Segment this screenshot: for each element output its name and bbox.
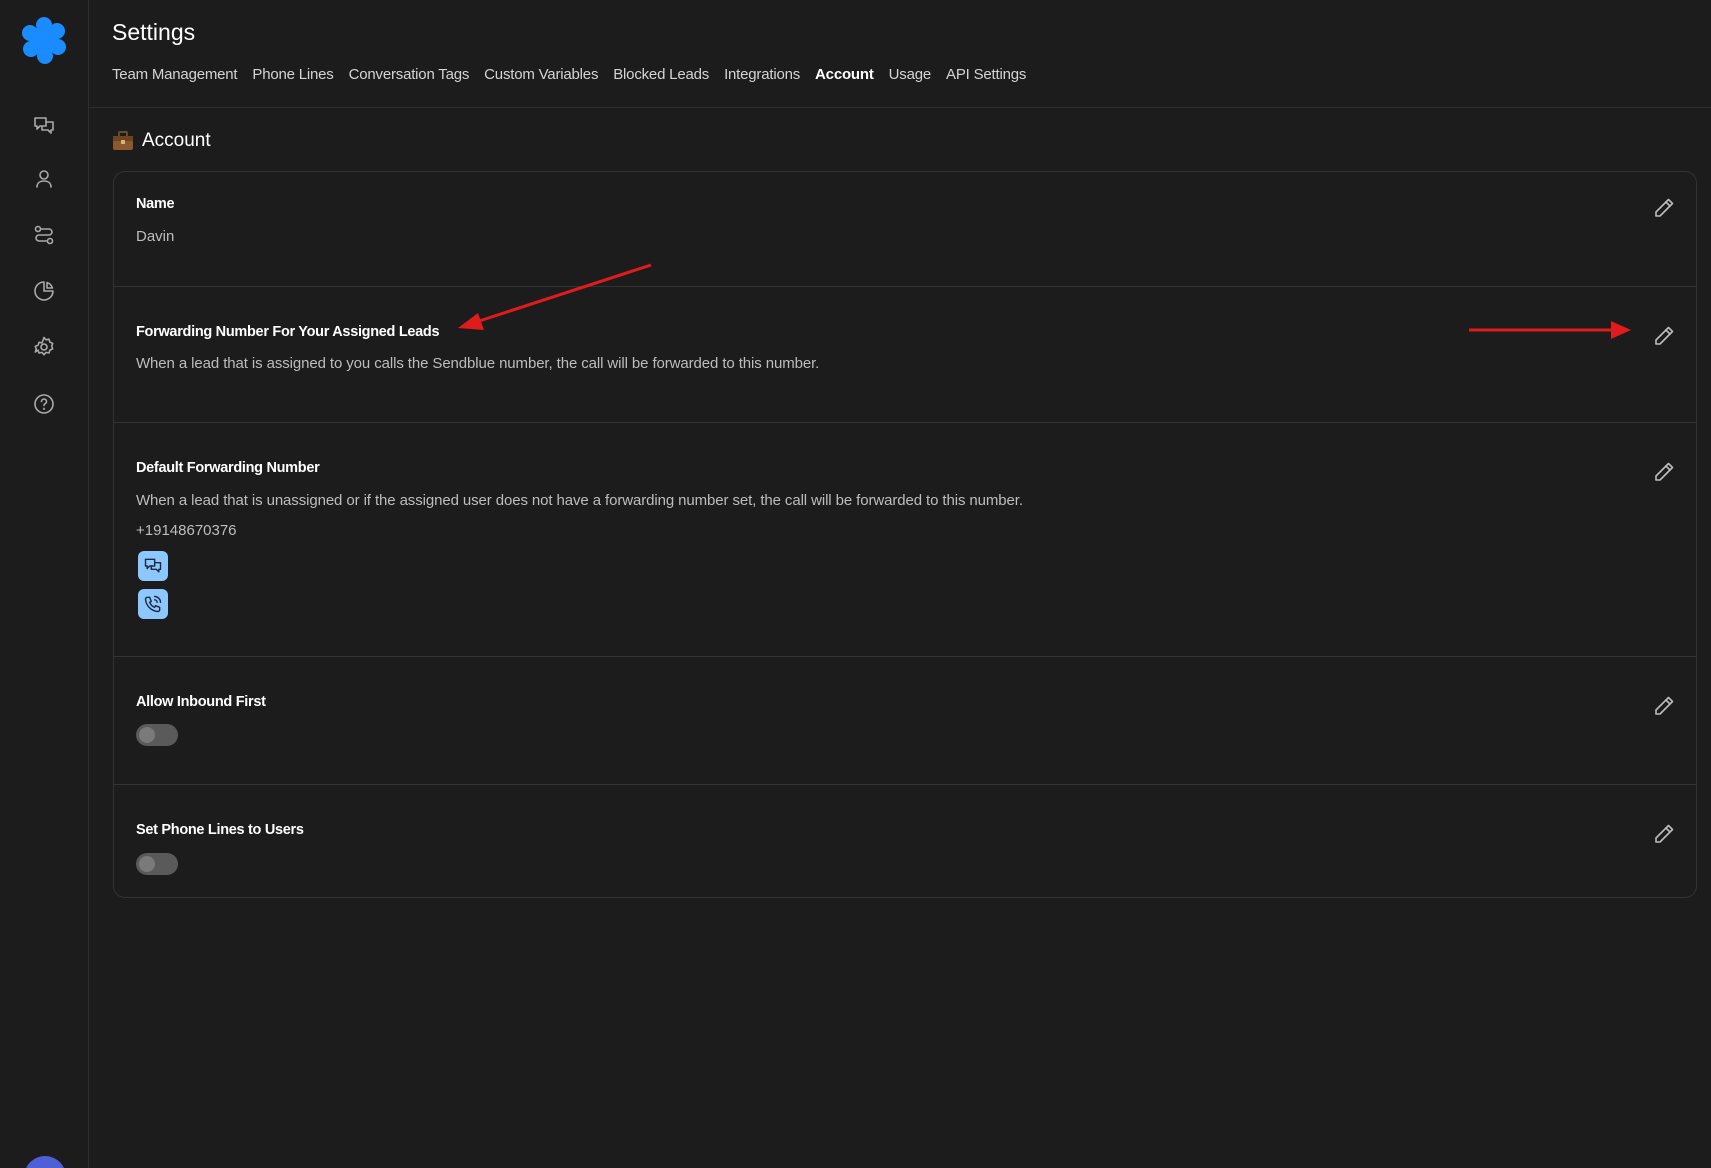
workflow-icon <box>34 225 54 245</box>
pencil-icon <box>1655 824 1674 843</box>
setting-row-name: Name Davin <box>114 172 1696 287</box>
setting-row-phone-lines-to-users: Set Phone Lines to Users <box>114 785 1696 897</box>
setting-title: Set Phone Lines to Users <box>136 822 304 838</box>
chat-icon <box>144 558 162 573</box>
tab-account[interactable]: Account <box>815 66 874 83</box>
setting-value: Davin <box>136 228 175 245</box>
edit-assigned-forwarding-button[interactable] <box>1652 324 1678 350</box>
pencil-icon <box>1655 326 1674 345</box>
message-channel-chip[interactable] <box>138 551 168 581</box>
tab-api-settings[interactable]: API Settings <box>946 66 1026 83</box>
setting-row-assigned-forwarding: Forwarding Number For Your Assigned Lead… <box>114 287 1696 423</box>
setting-title: Default Forwarding Number <box>136 460 320 476</box>
setting-title: Name <box>136 196 175 212</box>
setting-title: Allow Inbound First <box>136 694 266 710</box>
forwarding-number-value: +19148670376 <box>136 522 237 539</box>
nav-workflows[interactable] <box>30 221 58 249</box>
edit-allow-inbound-button[interactable] <box>1652 694 1678 720</box>
section-title-label: Account <box>142 130 211 151</box>
setting-description: When a lead that is unassigned or if the… <box>136 492 1023 509</box>
pencil-icon <box>1655 462 1674 481</box>
pie-chart-icon <box>34 281 54 301</box>
app-root: Settings Team Management Phone Lines Con… <box>0 0 1711 1168</box>
settings-tabs: Team Management Phone Lines Conversation… <box>112 66 1026 83</box>
tab-integrations[interactable]: Integrations <box>724 66 800 83</box>
tab-custom-variables[interactable]: Custom Variables <box>484 66 598 83</box>
avatar[interactable] <box>24 1156 66 1168</box>
setting-description: When a lead that is assigned to you call… <box>136 355 820 372</box>
sidebar <box>0 0 89 1168</box>
edit-name-button[interactable] <box>1652 196 1678 222</box>
user-icon <box>36 170 52 188</box>
phone-lines-to-users-toggle[interactable] <box>136 853 178 875</box>
phone-call-icon <box>144 595 162 613</box>
allow-inbound-toggle[interactable] <box>136 724 178 746</box>
toggle-knob <box>139 727 155 743</box>
gear-icon <box>34 336 54 356</box>
edit-default-forwarding-button[interactable] <box>1652 460 1678 486</box>
nav-settings[interactable] <box>30 333 58 361</box>
setting-row-default-forwarding: Default Forwarding Number When a lead th… <box>114 423 1696 657</box>
account-settings-card: Name Davin Forwarding Number For Your As… <box>113 171 1697 898</box>
section-title: Account <box>112 130 211 152</box>
pencil-icon <box>1655 198 1674 217</box>
sendblue-logo[interactable] <box>21 16 67 64</box>
call-channel-chip[interactable] <box>138 589 168 619</box>
pencil-icon <box>1655 696 1674 715</box>
tab-conversation-tags[interactable]: Conversation Tags <box>349 66 470 83</box>
briefcase-icon <box>113 131 133 150</box>
tab-blocked-leads[interactable]: Blocked Leads <box>613 66 709 83</box>
toggle-knob <box>139 856 155 872</box>
page-title: Settings <box>112 19 196 45</box>
nav-conversations[interactable] <box>30 112 58 140</box>
tab-usage[interactable]: Usage <box>889 66 932 83</box>
tab-team-management[interactable]: Team Management <box>112 66 238 83</box>
edit-phone-lines-to-users-button[interactable] <box>1652 822 1678 848</box>
help-icon <box>34 394 54 414</box>
nav-analytics[interactable] <box>30 277 58 305</box>
setting-title: Forwarding Number For Your Assigned Lead… <box>136 324 440 340</box>
tab-phone-lines[interactable]: Phone Lines <box>252 66 333 83</box>
settings-header: Settings Team Management Phone Lines Con… <box>89 0 1711 108</box>
nav-help[interactable] <box>30 390 58 418</box>
chat-icon <box>34 117 54 134</box>
nav-contacts[interactable] <box>30 165 58 193</box>
setting-row-allow-inbound: Allow Inbound First <box>114 657 1696 785</box>
